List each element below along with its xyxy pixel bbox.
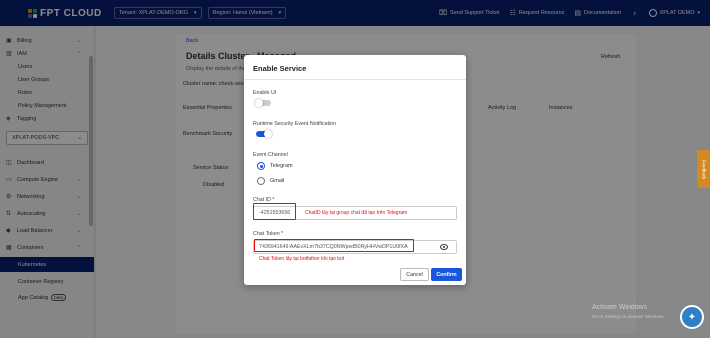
chat-id-highlight: [253, 203, 296, 220]
chat-token-label: Chat Token *: [253, 231, 284, 237]
feedback-tab[interactable]: Feedback: [697, 150, 710, 188]
radio-selected-icon: [257, 162, 265, 170]
enable-ui-label: Enable UI: [253, 90, 277, 96]
runtime-security-toggle[interactable]: [256, 130, 272, 138]
eye-icon[interactable]: [440, 244, 448, 250]
modal-divider: [244, 79, 466, 80]
radio-label: Telegram: [270, 163, 293, 169]
radio-telegram[interactable]: Telegram: [257, 162, 293, 170]
activate-windows-watermark: Activate Windows: [592, 304, 648, 311]
radio-unselected-icon: [257, 177, 265, 185]
assistant-icon[interactable]: ✦: [680, 305, 704, 329]
enable-service-modal: Enable Service Enable UI Runtime Securit…: [244, 55, 466, 285]
activate-windows-subtext: Go to Settings to activate Windows.: [592, 314, 665, 319]
event-channel-label: Event Channel: [253, 152, 288, 158]
modal-title: Enable Service: [253, 64, 307, 73]
chat-id-annotation: ChatID lấy tại group chat đã tạo trên Te…: [305, 210, 408, 216]
confirm-button[interactable]: Confirm: [431, 268, 462, 281]
runtime-security-label: Runtime Security Event Notification: [253, 121, 337, 127]
radio-gmail[interactable]: Gmail: [257, 177, 284, 185]
enable-ui-toggle[interactable]: [255, 99, 271, 107]
cancel-button[interactable]: Cancel: [400, 268, 429, 281]
feedback-label: Feedback: [701, 159, 707, 179]
radio-label: Gmail: [270, 178, 285, 184]
modal-backdrop-top: [0, 0, 710, 26]
chat-token-highlight: [254, 239, 414, 252]
chat-token-annotation: Chat Token lấy tại botfather khi tạo bot: [259, 256, 345, 262]
